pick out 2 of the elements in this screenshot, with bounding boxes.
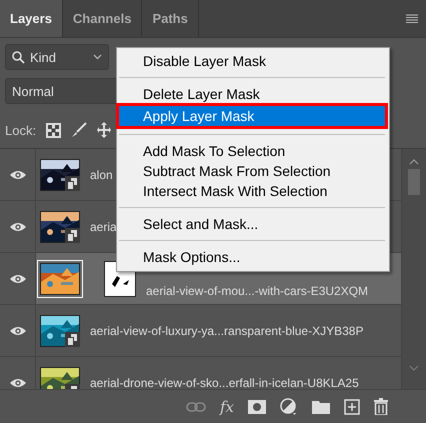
filter-value: Kind <box>30 50 56 64</box>
lock-label: Lock: <box>5 122 36 138</box>
